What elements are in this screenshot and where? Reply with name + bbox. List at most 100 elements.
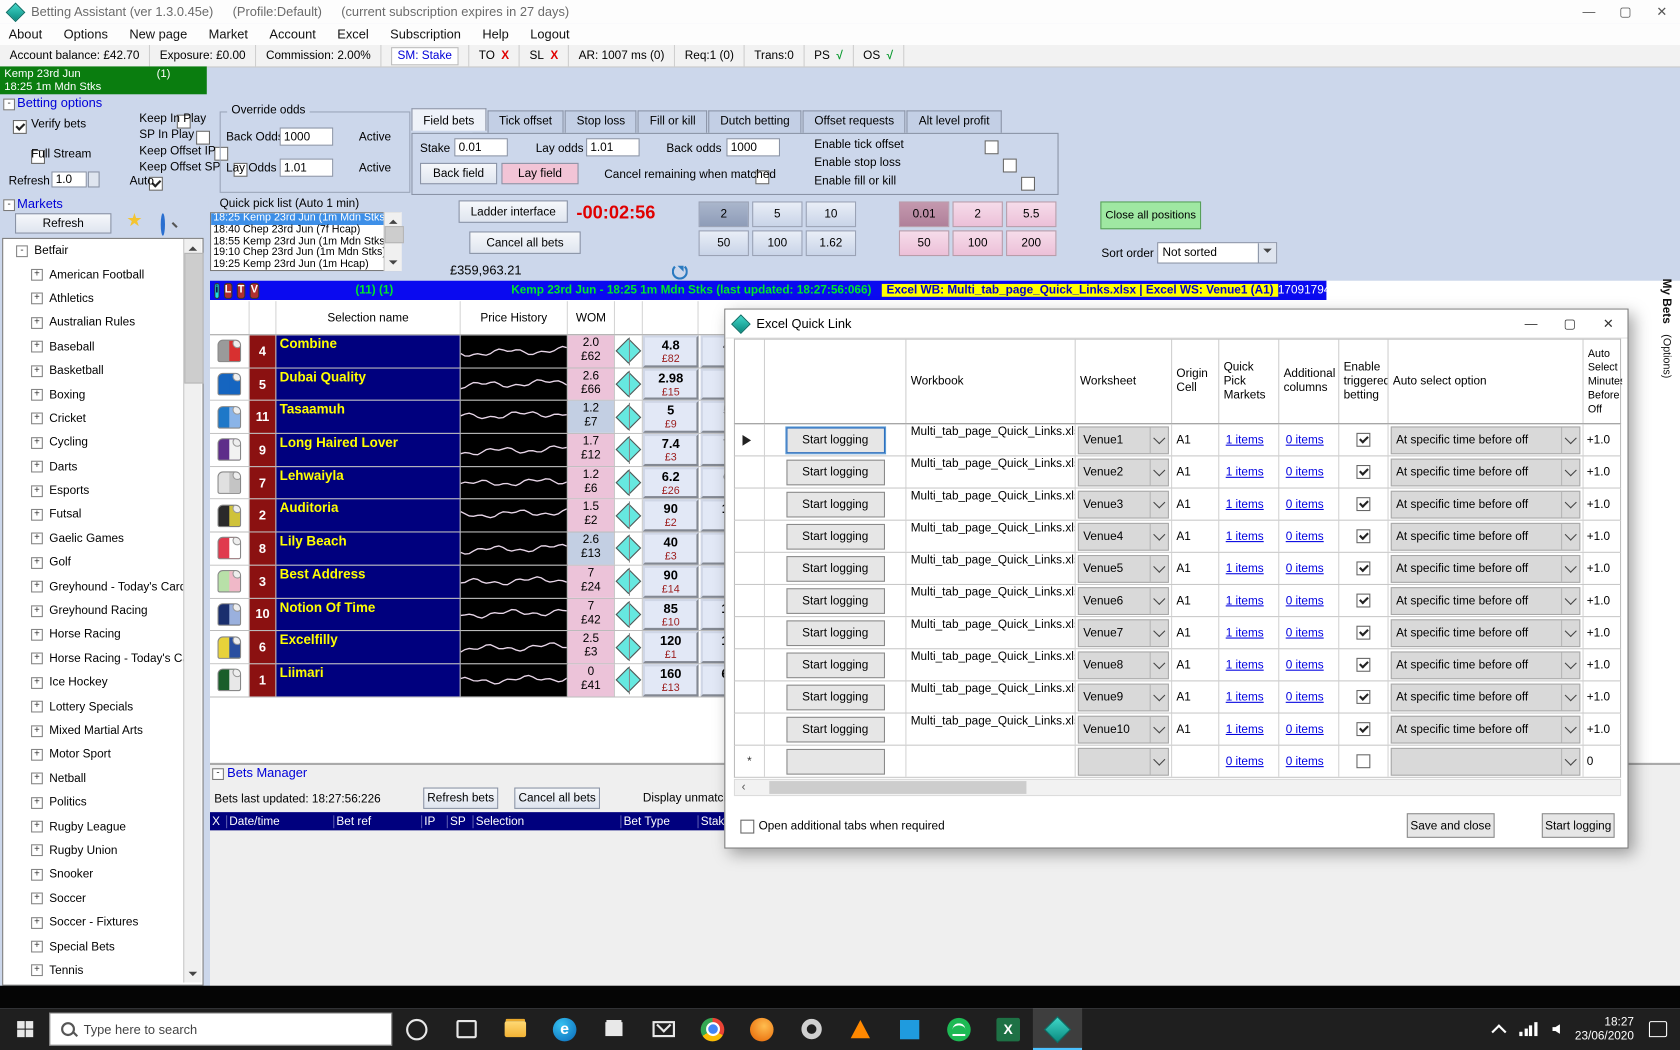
worksheet-dropdown[interactable]: Venue2 [1078,458,1169,486]
origin-cell[interactable]: A1 [1172,681,1219,712]
quick-pick-markets-link[interactable]: 1 items [1226,466,1264,479]
back-price-cell[interactable]: 120£1 [643,631,699,663]
expand-node-icon[interactable]: + [31,437,43,449]
lay-stake-button[interactable]: 50 [899,230,949,256]
edge-icon[interactable]: e [540,1008,589,1050]
photos-icon[interactable] [885,1008,934,1050]
quick-pick-markets-link[interactable]: 1 items [1226,594,1264,607]
betting-options-collapse-icon[interactable]: - [3,99,15,111]
sidebar-market-item[interactable]: + Futsal [3,503,202,527]
expand-node-icon[interactable]: + [31,893,43,905]
worksheet-dropdown[interactable]: Venue3 [1078,490,1169,518]
sidebar-market-item[interactable]: + Netball [3,767,202,791]
close-all-positions-button[interactable]: Close all positions [1100,201,1201,229]
markets-collapse-icon[interactable]: - [3,199,15,211]
lay-price-cell[interactable]: 5. [701,401,725,433]
start-logging-button[interactable]: Start logging [786,427,885,453]
selection-name[interactable]: Best Address [276,566,460,598]
expand-node-icon[interactable]: + [31,317,43,329]
worksheet-dropdown[interactable]: Venue6 [1078,587,1169,615]
excel-icon[interactable]: X [984,1008,1033,1050]
back-stake-button[interactable]: 100 [752,230,802,256]
expand-node-icon[interactable]: + [31,845,43,857]
selection-name[interactable]: Tasaamuh [276,401,460,433]
selection-name[interactable]: Lily Beach [276,533,460,565]
t-button[interactable]: T [237,282,246,298]
enable-triggered-betting-checkbox[interactable] [1356,561,1370,575]
workbook-cell[interactable]: Multi_tab_page_Quick_Links.xlsx [906,424,1075,455]
origin-cell[interactable]: A1 [1172,617,1219,648]
auto-select-option-dropdown[interactable]: At specific time before off [1391,715,1581,743]
info-button[interactable]: i [214,282,219,298]
lay-stake-button[interactable]: 0.01 [899,201,949,227]
expand-node-icon[interactable]: + [31,869,43,881]
quick-pick-markets-link[interactable]: 1 items [1226,723,1264,736]
expand-node-icon[interactable]: + [31,605,43,617]
back-price-cell[interactable]: 160£13 [643,664,699,696]
minutes-before-off-cell[interactable]: +1.0 [1584,649,1623,680]
my-bets-side-tab[interactable]: My Bets (Options) [1656,279,1675,397]
start-logging-button[interactable]: Start logging [786,491,885,517]
expand-node-icon[interactable]: + [31,965,43,977]
lay-price-cell[interactable]: 13 [701,631,725,663]
origin-cell[interactable]: A1 [1172,489,1219,520]
sp-in-play-checkbox[interactable] [196,131,210,145]
enable-triggered-betting-checkbox-empty[interactable] [1356,754,1370,768]
workbook-cell-empty[interactable] [906,746,1075,777]
selection-name[interactable]: Auditoria [276,500,460,532]
sidebar-market-item[interactable]: + Rugby League [3,815,202,839]
tab[interactable]: Alt level profit [907,110,1001,132]
menu-item[interactable]: Market [209,27,248,42]
expand-node-icon[interactable]: + [31,725,43,737]
back-price-cell[interactable]: 4.8£82 [643,335,699,367]
start-logging-button[interactable]: Start logging [786,556,885,582]
expand-node-icon[interactable]: + [31,485,43,497]
favorites-star-icon[interactable]: ★ [126,210,142,231]
minutes-before-off-cell[interactable]: +1.0 [1584,456,1623,487]
start-logging-button[interactable]: Start logging [786,652,885,678]
start-logging-button-empty[interactable] [786,748,885,774]
settings-icon[interactable] [786,1008,835,1050]
dialog-horizontal-scrollbar[interactable]: ‹ [734,779,1621,796]
origin-cell[interactable]: A1 [1172,714,1219,745]
lay-price-cell[interactable]: 3 [701,368,725,400]
trade-diamond-icon[interactable] [615,533,643,565]
tab[interactable]: Stop loss [565,110,637,132]
sidebar-market-item[interactable]: + Gaelic Games [3,527,202,551]
tab[interactable]: Fill or kill [638,110,707,132]
quick-pick-item[interactable]: 19:25 Kemp 23rd Jun (1m Hcap) [211,259,400,271]
dialog-minimize-icon[interactable]: — [1512,316,1551,331]
lay-price-cell[interactable]: 66 [701,664,725,696]
sidebar-market-item[interactable]: + Baseball [3,335,202,359]
lay-odds-input[interactable] [586,138,640,156]
enable-tick-offset-checkbox[interactable] [984,140,998,154]
workbook-cell[interactable]: Multi_tab_page_Quick_Links.xlsx [906,456,1075,487]
start-logging-button[interactable]: Start logging [786,588,885,614]
trade-diamond-icon[interactable] [615,664,643,696]
tab[interactable]: Tick offset [487,110,564,132]
minutes-before-off-cell[interactable]: +1.0 [1584,424,1623,455]
chrome-icon[interactable] [688,1008,737,1050]
back-price-cell[interactable]: 2.98£15 [643,368,699,400]
expand-node-icon[interactable]: + [31,629,43,641]
sidebar-market-item[interactable]: + Soccer [3,887,202,911]
enable-triggered-betting-checkbox[interactable] [1356,465,1370,479]
lay-field-button[interactable]: Lay field [501,163,578,184]
menu-item[interactable]: About [9,27,43,42]
additional-columns-link-empty[interactable]: 0 items [1286,755,1324,768]
auto-select-option-dropdown[interactable]: At specific time before off [1391,522,1581,550]
back-stake-button[interactable]: 50 [699,230,749,256]
enable-triggered-betting-checkbox[interactable] [1356,529,1370,543]
save-and-close-button[interactable]: Save and close [1407,813,1495,838]
sidebar-market-item[interactable]: + American Football [3,263,202,287]
lay-stake-button[interactable]: 200 [1006,230,1056,256]
expand-node-icon[interactable]: + [31,413,43,425]
sort-order-dropdown[interactable]: Not sorted [1157,242,1277,263]
quick-pick-markets-link[interactable]: 1 items [1226,691,1264,704]
volume-icon[interactable] [1552,1024,1560,1034]
trade-diamond-icon[interactable] [615,467,643,499]
back-price-cell[interactable]: 90£2 [643,500,699,532]
sidebar-market-item[interactable]: + Motor Sport [3,743,202,767]
workbook-cell[interactable]: Multi_tab_page_Quick_Links.xlsx [906,681,1075,712]
selection-name[interactable]: Liimari [276,664,460,696]
